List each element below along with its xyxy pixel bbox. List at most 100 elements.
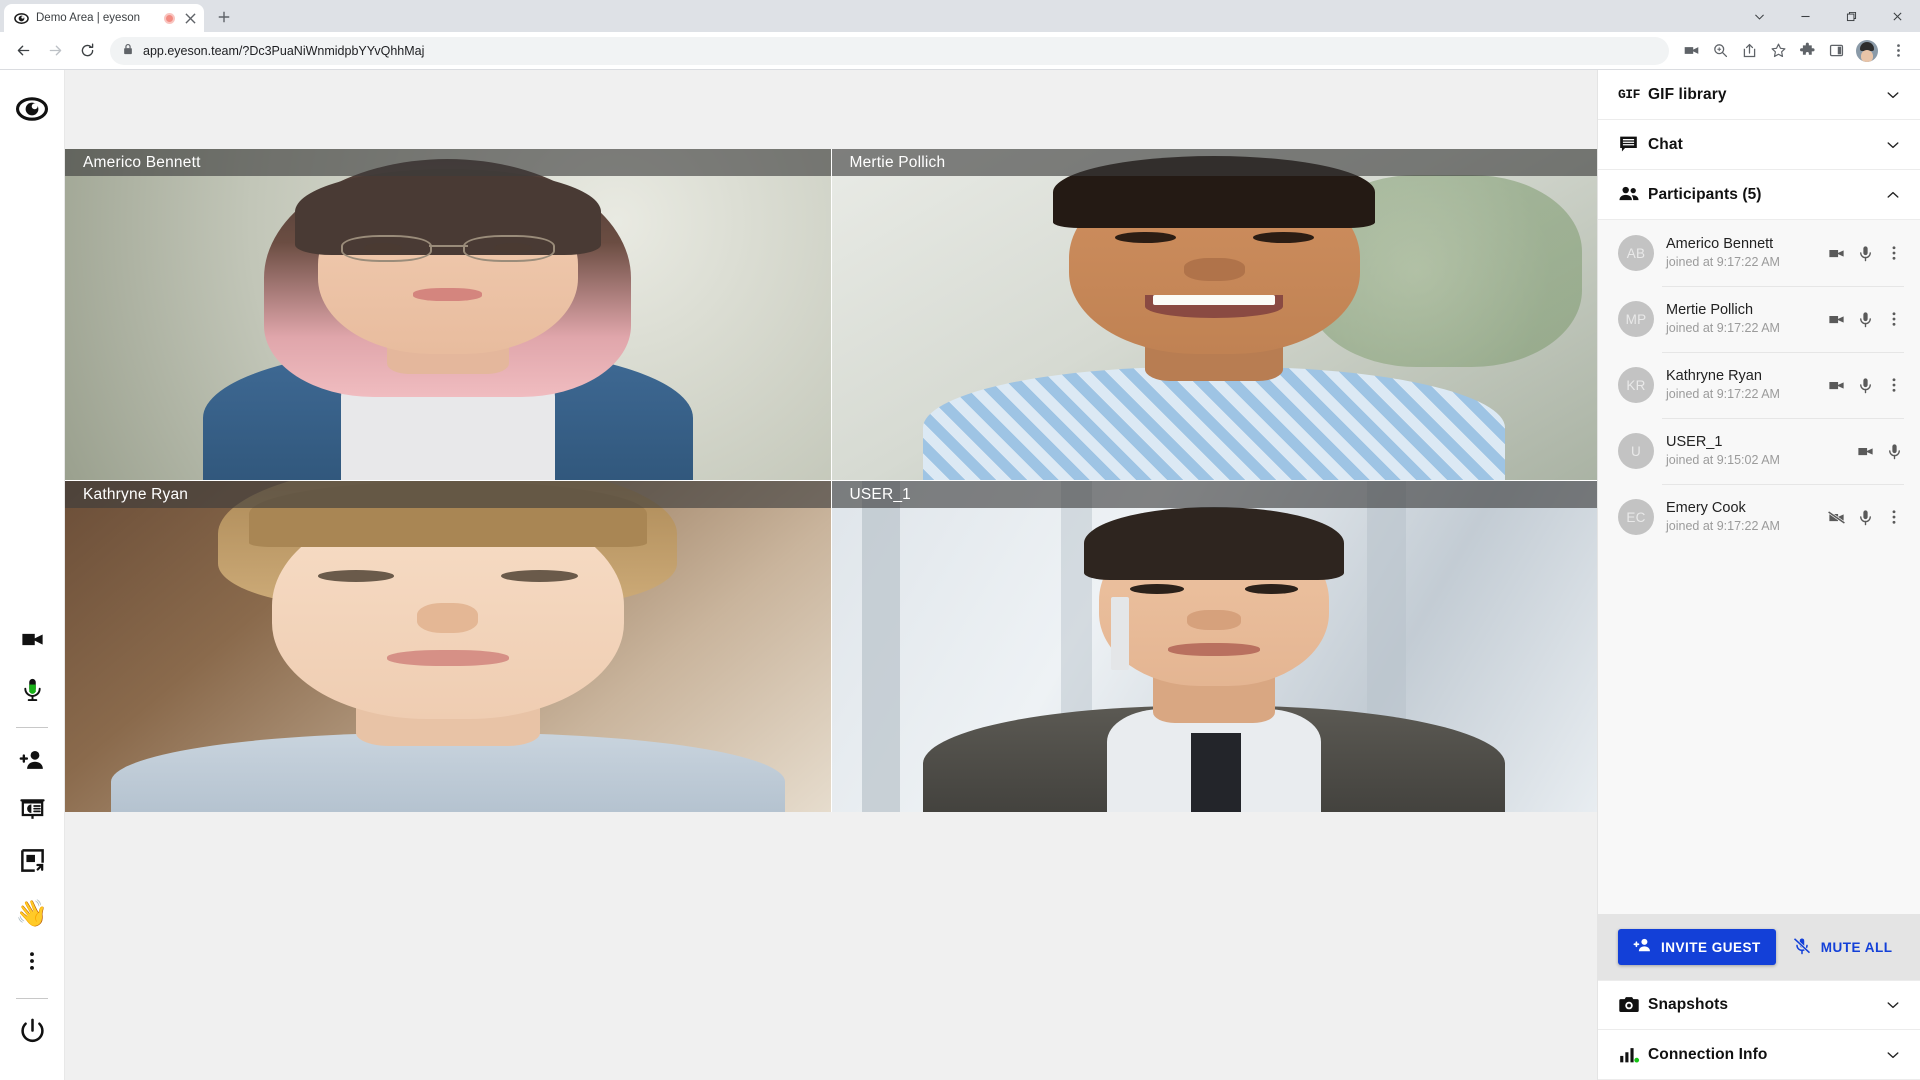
invite-participant-button[interactable] bbox=[8, 739, 56, 787]
participant-name: Mertie Pollich bbox=[1666, 301, 1754, 318]
lock-icon bbox=[122, 42, 134, 60]
camera-toggle-button[interactable] bbox=[8, 618, 56, 666]
section-title: Chat bbox=[1648, 135, 1683, 153]
video-tile-label: Mertie Pollich bbox=[831, 149, 1597, 176]
video-camera-icon[interactable] bbox=[1855, 442, 1875, 461]
close-icon[interactable] bbox=[182, 10, 198, 26]
microphone-icon[interactable] bbox=[1855, 244, 1875, 263]
participant-row[interactable]: U USER_1 joined at 9:15:02 AM bbox=[1598, 418, 1920, 484]
leave-call-button[interactable] bbox=[8, 1010, 56, 1058]
chevron-down-icon[interactable] bbox=[1882, 1047, 1904, 1063]
zoom-icon[interactable] bbox=[1706, 37, 1734, 65]
chevron-down-icon[interactable] bbox=[1882, 137, 1904, 153]
toolbar-divider-bottom bbox=[16, 998, 48, 999]
extensions-puzzle-icon[interactable] bbox=[1793, 37, 1821, 65]
camera-icon bbox=[1618, 994, 1648, 1016]
bookmark-star-icon[interactable] bbox=[1764, 37, 1792, 65]
media-cast-icon[interactable] bbox=[1677, 37, 1705, 65]
sidebar-section-connection-info[interactable]: Connection Info bbox=[1598, 1030, 1920, 1080]
avatar: MP bbox=[1618, 301, 1654, 337]
chevron-up-icon[interactable] bbox=[1882, 187, 1904, 203]
three-dot-menu-icon[interactable] bbox=[1884, 37, 1912, 65]
participant-row[interactable]: KR Kathryne Ryan joined at 9:17:22 AM bbox=[1598, 352, 1920, 418]
video-stage: Americo Bennett Mertie Pollich Kathryne … bbox=[65, 70, 1597, 1080]
gif-icon: GIF bbox=[1618, 87, 1640, 102]
invite-guest-button[interactable]: INVITE GUEST bbox=[1618, 929, 1776, 965]
mute-all-button[interactable]: MUTE ALL bbox=[1792, 929, 1893, 965]
video-tile[interactable]: USER_1 bbox=[831, 481, 1597, 812]
participants-list: AB Americo Bennett joined at 9:17:22 AM bbox=[1598, 220, 1920, 914]
microphone-icon[interactable] bbox=[1855, 310, 1875, 329]
video-tile[interactable]: Kathryne Ryan bbox=[65, 481, 831, 812]
chevron-down-icon[interactable] bbox=[1882, 87, 1904, 103]
chat-bubble-icon bbox=[1618, 134, 1648, 155]
video-camera-off-icon[interactable] bbox=[1826, 508, 1846, 527]
video-tile-label: Kathryne Ryan bbox=[65, 481, 831, 508]
left-toolbar: 👋 bbox=[0, 70, 65, 1080]
participant-joined-time: joined at 9:17:22 AM bbox=[1666, 255, 1780, 270]
section-title: Connection Info bbox=[1648, 1045, 1768, 1063]
participant-row[interactable]: MP Mertie Pollich joined at 9:17:22 AM bbox=[1598, 286, 1920, 352]
participant-row[interactable]: AB Americo Bennett joined at 9:17:22 AM bbox=[1598, 220, 1920, 286]
window-controls bbox=[1736, 0, 1920, 32]
video-tile-label: USER_1 bbox=[831, 481, 1597, 508]
sidebar-section-participants[interactable]: Participants (5) bbox=[1598, 170, 1920, 220]
microphone-icon[interactable] bbox=[1884, 442, 1904, 461]
browser-tab[interactable]: Demo Area | eyeson bbox=[4, 4, 204, 32]
sidebar-section-gif-library[interactable]: GIF GIF library bbox=[1598, 70, 1920, 120]
three-dot-menu-icon[interactable] bbox=[1884, 310, 1904, 328]
three-dot-menu-icon[interactable] bbox=[1884, 376, 1904, 394]
raise-hand-button[interactable]: 👋 bbox=[8, 889, 56, 937]
sidebar-section-snapshots[interactable]: Snapshots bbox=[1598, 980, 1920, 1030]
sidebar-section-chat[interactable]: Chat bbox=[1598, 120, 1920, 170]
reload-button[interactable] bbox=[72, 36, 102, 66]
more-options-button[interactable] bbox=[8, 939, 56, 987]
avatar: EC bbox=[1618, 499, 1654, 535]
participant-joined-time: joined at 9:15:02 AM bbox=[1666, 453, 1780, 468]
eyeson-app: 👋 Americo Bennett Mertie Pollich Kathryn… bbox=[0, 70, 1920, 1080]
power-icon bbox=[18, 1017, 47, 1051]
video-camera-icon[interactable] bbox=[1826, 310, 1846, 329]
microphone-toggle-button[interactable] bbox=[8, 668, 56, 716]
video-tile[interactable]: Mertie Pollich bbox=[831, 149, 1597, 480]
participant-joined-time: joined at 9:17:22 AM bbox=[1666, 321, 1780, 336]
participant-name: Kathryne Ryan bbox=[1666, 367, 1762, 384]
share-icon[interactable] bbox=[1735, 37, 1763, 65]
signal-bars-icon bbox=[1618, 1044, 1648, 1066]
mute-all-label: MUTE ALL bbox=[1820, 939, 1893, 955]
microphone-icon[interactable] bbox=[1855, 508, 1875, 527]
three-dot-menu-icon[interactable] bbox=[1884, 508, 1904, 526]
profile-avatar[interactable] bbox=[1856, 39, 1878, 62]
participant-name: Americo Bennett bbox=[1666, 235, 1774, 252]
tab-title: Demo Area | eyeson bbox=[36, 12, 140, 24]
video-camera-icon[interactable] bbox=[1826, 376, 1846, 395]
side-panel-icon[interactable] bbox=[1822, 37, 1850, 65]
three-dot-menu-icon[interactable] bbox=[1884, 244, 1904, 262]
pip-icon bbox=[19, 847, 46, 879]
minimize-button[interactable] bbox=[1782, 0, 1828, 32]
new-tab-button[interactable] bbox=[210, 3, 238, 31]
three-dot-menu-icon bbox=[21, 950, 43, 977]
eyeson-eye-icon bbox=[14, 11, 29, 26]
eyeson-logo-icon[interactable] bbox=[15, 92, 49, 131]
picture-in-picture-button[interactable] bbox=[8, 839, 56, 887]
close-window-button[interactable] bbox=[1874, 0, 1920, 32]
person-add-icon bbox=[19, 747, 46, 779]
section-title: Snapshots bbox=[1648, 996, 1729, 1013]
browser-window: Demo Area | eyeson app.eyeson.team/?Dc3P… bbox=[0, 0, 1920, 1080]
url-text: app.eyeson.team/?Dc3PuaNiWnmidpbYYvQhhMa… bbox=[143, 43, 425, 58]
video-tile[interactable]: Americo Bennett bbox=[65, 149, 831, 480]
back-button[interactable] bbox=[8, 36, 38, 66]
video-camera-icon[interactable] bbox=[1826, 244, 1846, 263]
microphone-icon[interactable] bbox=[1855, 376, 1875, 395]
section-title: GIF library bbox=[1648, 85, 1727, 103]
participant-joined-time: joined at 9:17:22 AM bbox=[1666, 519, 1780, 534]
participant-row[interactable]: EC Emery Cook joined at 9:17:22 AM bbox=[1598, 484, 1920, 550]
avatar: KR bbox=[1618, 367, 1654, 403]
presentation-share-button[interactable] bbox=[8, 789, 56, 837]
chevron-down-icon[interactable] bbox=[1882, 997, 1904, 1013]
forward-button[interactable] bbox=[40, 36, 70, 66]
address-bar[interactable]: app.eyeson.team/?Dc3PuaNiWnmidpbYYvQhhMa… bbox=[110, 36, 1669, 65]
maximize-button[interactable] bbox=[1828, 0, 1874, 32]
tab-search-button[interactable] bbox=[1736, 0, 1782, 32]
